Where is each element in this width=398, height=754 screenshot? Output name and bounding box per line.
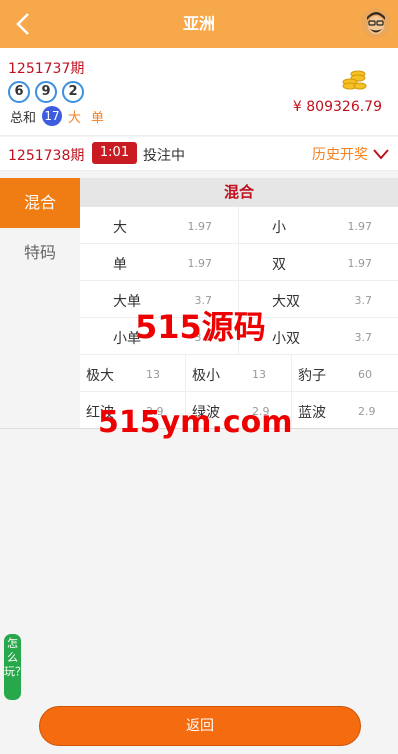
current-period-number: 1251738期 (8, 148, 85, 164)
countdown-timer: 1:01 (92, 142, 137, 164)
coins-icon (340, 66, 368, 94)
bet-option-label: 蓝波 (298, 405, 326, 421)
bet-option-odds: 13 (252, 368, 266, 381)
divider (0, 428, 398, 429)
bet-option-label: 小单 (113, 331, 141, 347)
bet-option-odds: 13 (146, 368, 160, 381)
bet-option-odds: 3.7 (194, 294, 213, 307)
how-to-play-button[interactable]: 怎么玩？ (4, 634, 26, 700)
sidebar-item-special[interactable]: 特码 (0, 228, 80, 278)
bet-option-label: 极大 (86, 368, 114, 384)
balance-amount: ¥ 809326.79 (292, 99, 382, 115)
sidebar-item-mixed[interactable]: 混合 (0, 178, 80, 228)
bet-option-odds: 1.97 (187, 257, 213, 270)
bet-option-label: 大 (113, 220, 127, 236)
bet-option-label: 豹子 (298, 368, 326, 384)
bet-option-odds: 3.7 (354, 294, 373, 307)
last-draw-panel: 1251737期 6 9 2 总和 17 大 单 ¥ 809326.79 (0, 48, 398, 136)
bet-option-label: 单 (113, 257, 127, 273)
size-result: 大 (68, 110, 82, 126)
bet-option-odds: 1.97 (347, 220, 373, 233)
return-button[interactable]: 返回 (39, 706, 361, 746)
page-title: 亚洲 (182, 14, 215, 33)
bet-option-odds: 3.7 (354, 331, 373, 344)
user-avatar-icon[interactable] (362, 9, 390, 37)
bet-option[interactable]: 小双 3.7 (239, 318, 398, 355)
bet-option[interactable]: 大单 3.7 (80, 281, 239, 318)
category-sidebar: 混合 特码 (0, 178, 80, 278)
top-bar: 亚洲 (0, 0, 398, 48)
bet-option-odds: 2.9 (358, 405, 376, 418)
bet-option-label: 小 (272, 220, 286, 236)
history-results-link[interactable]: 历史开奖 (312, 144, 368, 164)
draw-ball: 9 (35, 81, 57, 103)
current-period-bar: 1251738期 1:01 投注中 历史开奖 (0, 137, 398, 171)
sum-label: 总和 (10, 110, 37, 126)
back-arrow-icon[interactable] (10, 10, 38, 38)
sum-row: 总和 17 大 单 (10, 106, 104, 126)
bet-option-label: 大单 (113, 294, 141, 310)
bet-option[interactable]: 单 1.97 (80, 244, 239, 281)
sum-value-badge: 17 (42, 106, 63, 126)
bet-option[interactable]: 小 1.97 (239, 207, 398, 244)
bet-option[interactable]: 极大 13 (80, 355, 186, 392)
bet-option-odds: 60 (358, 368, 372, 381)
bet-option[interactable]: 大 1.97 (80, 207, 239, 244)
bet-option-label: 大双 (272, 294, 300, 310)
two-column-options: 大 1.97 小 1.97 单 1.97 双 1.97 大单 3.7 大双 3.7 小单 3.… (80, 207, 398, 355)
bet-option[interactable]: 蓝波 2.9 (292, 392, 398, 429)
betting-status: 投注中 (143, 148, 185, 164)
bet-option-odds: 2.9 (252, 405, 270, 418)
bet-option[interactable]: 小单 3.7 (80, 318, 239, 355)
bet-option-odds: 1.97 (187, 220, 213, 233)
draw-ball: 2 (62, 81, 84, 103)
bet-option-label: 小双 (272, 331, 300, 347)
bet-option[interactable]: 红波 2.9 (80, 392, 186, 429)
bet-option-label: 双 (272, 257, 286, 273)
bet-option[interactable]: 绿波 2.9 (186, 392, 292, 429)
draw-balls: 6 9 2 (8, 81, 84, 103)
chevron-down-icon[interactable] (372, 146, 390, 160)
bet-option[interactable]: 极小 13 (186, 355, 292, 392)
bet-option[interactable]: 豹子 60 (292, 355, 398, 392)
three-column-options: 极大 13 极小 13 豹子 60 红波 2.9 绿波 2.9 蓝波 2.9 (80, 355, 398, 429)
bet-option-odds: 1.97 (347, 257, 373, 270)
bet-options-panel: 混合 大 1.97 小 1.97 单 1.97 双 1.97 大单 3.7 大双 3.7 小… (80, 178, 398, 429)
bet-option-label: 红波 (86, 405, 114, 421)
bet-option-odds: 3.7 (194, 331, 213, 344)
parity-result: 单 (91, 110, 105, 126)
draw-ball: 6 (8, 81, 30, 103)
last-period-number: 1251737期 (8, 61, 85, 77)
bet-option-label: 极小 (192, 368, 220, 384)
bet-option-odds: 2.9 (146, 405, 164, 418)
bet-option-label: 绿波 (192, 405, 220, 421)
panel-title: 混合 (80, 178, 398, 207)
bet-option[interactable]: 大双 3.7 (239, 281, 398, 318)
bet-option[interactable]: 双 1.97 (239, 244, 398, 281)
